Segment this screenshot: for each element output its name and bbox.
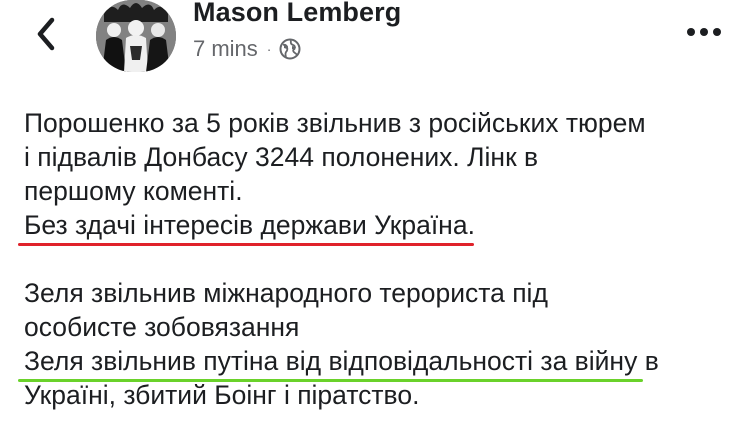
post-paragraph-2: Зеля звільнив міжнародного терориста під… xyxy=(18,276,744,412)
highlighted-text-red: Без здачі інтересів держави Україна xyxy=(18,208,474,246)
highlighted-phrase: Без здачі інтересів держави Україна xyxy=(24,210,468,240)
post-paragraph-1: Порошенко за 5 років звільнив з російськ… xyxy=(18,106,744,246)
more-options-button[interactable] xyxy=(684,22,724,42)
post-header: Mason Lemberg 7 mins · xyxy=(0,0,750,80)
post-line: Зеля звільнив міжнародного терориста під xyxy=(24,278,548,308)
highlighted-text-green: Зеля звільнив путіна від відповідальност… xyxy=(18,344,644,382)
author-name[interactable]: Mason Lemberg xyxy=(193,0,401,28)
post-line: Україні, збитий Боінг і піратство. xyxy=(24,380,420,410)
post-line: Зеля звільнив путіна від відповідальност… xyxy=(18,344,744,382)
chevron-left-icon xyxy=(37,17,55,51)
red-underline xyxy=(18,243,474,246)
trailing-text: в xyxy=(637,346,659,376)
post-line: Без здачі інтересів держави Україна. xyxy=(18,208,744,246)
post-line: і підвалів Донбасу 3244 полонених. Лінк … xyxy=(24,142,539,172)
meta-separator: · xyxy=(266,41,272,57)
more-horizontal-icon xyxy=(687,28,721,36)
avatar-image xyxy=(96,0,176,72)
post-meta: 7 mins · xyxy=(193,34,301,64)
back-button[interactable] xyxy=(30,12,64,56)
post-line: Порошенко за 5 років звільнив з російськ… xyxy=(24,108,646,138)
globe-icon[interactable] xyxy=(279,38,301,60)
post-text: Порошенко за 5 років звільнив з російськ… xyxy=(18,106,744,412)
post-time[interactable]: 7 mins xyxy=(193,36,258,62)
highlighted-phrase: Зеля звільнив путіна від відповідальност… xyxy=(24,346,638,376)
trailing-punctuation: . xyxy=(467,210,475,240)
green-underline xyxy=(18,379,644,382)
avatar[interactable] xyxy=(96,0,176,72)
post-line: особисте зобовязання xyxy=(24,312,300,342)
post-line: першому коменті. xyxy=(24,176,243,206)
